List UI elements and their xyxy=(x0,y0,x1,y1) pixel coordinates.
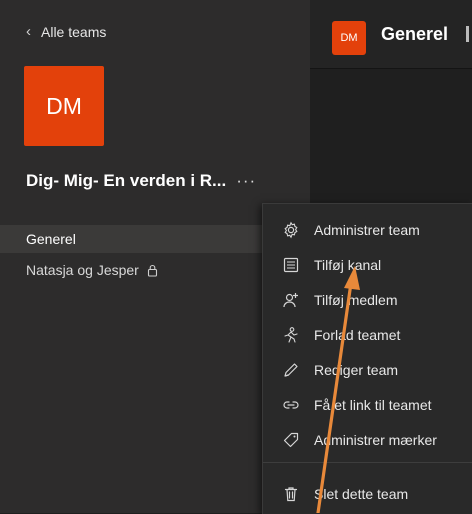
menu-item-label: Få et link til teamet xyxy=(314,396,432,413)
team-name: Dig- Mig- En verden i R... xyxy=(26,171,227,190)
header-team-avatar: DM xyxy=(332,21,366,55)
team-context-menu: Administrer team Tilføj kanal Tilføj med… xyxy=(262,203,472,514)
chevron-left-icon: ‹ xyxy=(26,23,31,40)
menu-divider xyxy=(263,462,472,463)
menu-item-add-member[interactable]: Tilføj medlem xyxy=(263,282,472,317)
trash-icon xyxy=(281,484,301,504)
menu-item-label: Forlad teamet xyxy=(314,326,401,343)
menu-item-add-channel[interactable]: Tilføj kanal xyxy=(263,247,472,282)
menu-item-label: Tilføj medlem xyxy=(314,291,398,308)
channel-title: Generel xyxy=(381,24,449,44)
menu-item-label: Slet dette team xyxy=(314,485,409,502)
more-options-icon[interactable]: ··· xyxy=(236,171,256,191)
gear-icon xyxy=(281,220,301,240)
back-to-teams-button[interactable]: ‹ Alle teams xyxy=(26,23,106,40)
channel-label: Generel xyxy=(26,231,76,247)
menu-item-leave-team[interactable]: Forlad teamet xyxy=(263,317,472,352)
header-tab-edge xyxy=(466,26,469,42)
pencil-icon xyxy=(281,360,301,380)
team-avatar[interactable]: DM xyxy=(24,66,104,146)
menu-item-label: Administrer team xyxy=(314,221,420,238)
channel-header: DM Generel xyxy=(310,0,472,69)
channel-label: Natasja og Jesper xyxy=(26,262,139,278)
menu-item-label: Administrer mærker xyxy=(314,431,437,448)
lock-icon xyxy=(147,264,158,277)
menu-item-label: Rediger team xyxy=(314,361,399,378)
tag-icon xyxy=(281,430,301,450)
menu-item-edit-team[interactable]: Rediger team xyxy=(263,352,472,387)
header-team-initials: DM xyxy=(340,32,358,44)
team-name-row: Dig- Mig- En verden i R... ··· xyxy=(26,171,256,191)
menu-item-manage-tags[interactable]: Administrer mærker xyxy=(263,422,472,457)
team-initials: DM xyxy=(46,92,82,119)
link-icon xyxy=(281,395,301,415)
menu-item-label: Tilføj kanal xyxy=(314,256,382,273)
menu-item-get-link[interactable]: Få et link til teamet xyxy=(263,387,472,422)
back-label: Alle teams xyxy=(41,23,107,40)
add-member-icon xyxy=(281,290,301,310)
menu-item-delete-team[interactable]: Slet dette team xyxy=(263,476,472,511)
menu-item-manage-team[interactable]: Administrer team xyxy=(263,212,472,247)
channel-list-icon xyxy=(281,255,301,275)
leave-icon xyxy=(281,325,301,345)
